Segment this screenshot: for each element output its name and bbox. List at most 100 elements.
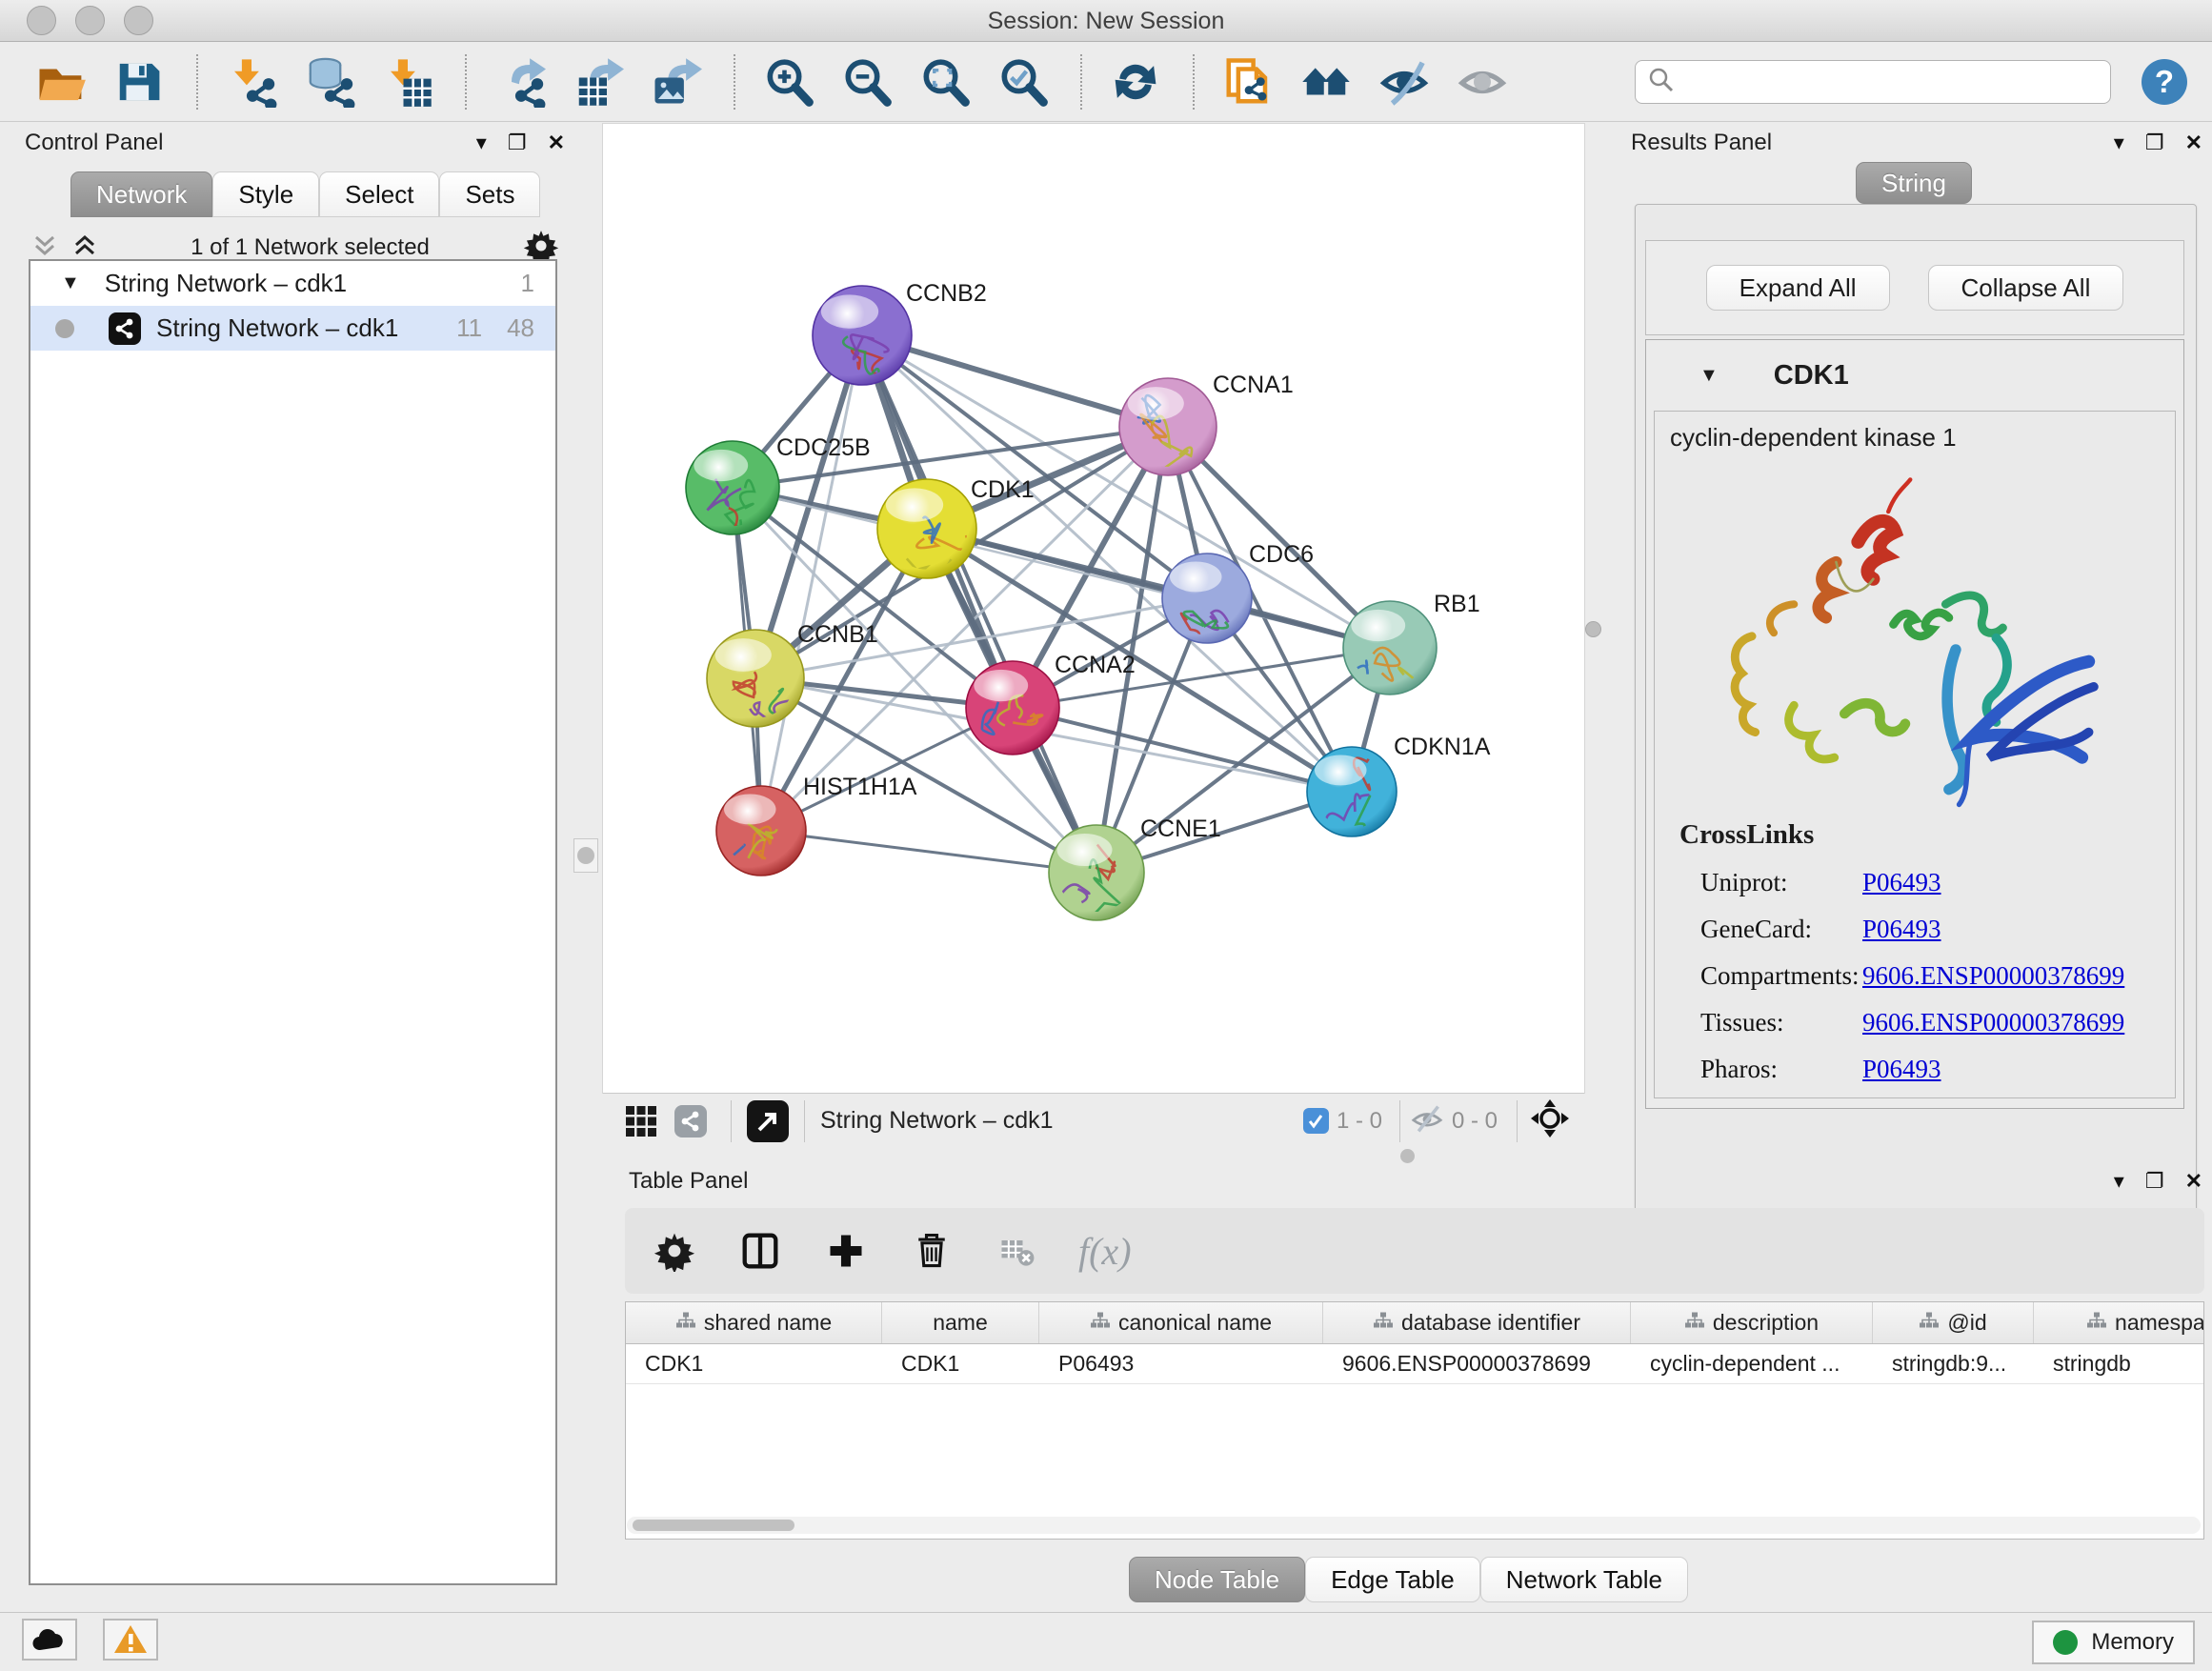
table-panel-close-icon[interactable]: ✕	[2185, 1171, 2202, 1192]
node-HIST1H1A[interactable]	[708, 786, 806, 891]
column-header-namespace[interactable]: namespace	[2034, 1302, 2204, 1343]
open-session-button[interactable]	[32, 53, 90, 111]
tab-network[interactable]: Network	[70, 171, 212, 217]
control-panel-float-icon[interactable]: ❐	[508, 132, 527, 153]
tab-select[interactable]: Select	[319, 171, 439, 217]
export-image-button[interactable]	[648, 53, 705, 111]
expand-all-button[interactable]: Expand All	[1706, 265, 1890, 311]
toolbar-separator	[465, 54, 467, 110]
help-button[interactable]: ?	[2142, 59, 2187, 105]
table-settings-gear-icon[interactable]	[650, 1226, 699, 1276]
edge-CCNB2-HIST1H1A[interactable]	[761, 335, 862, 831]
scrollbar-thumb[interactable]	[633, 1520, 794, 1531]
node-CDK1[interactable]	[877, 479, 976, 578]
column-header-shared-name[interactable]: shared name	[626, 1302, 882, 1343]
tab-string[interactable]: String	[1856, 162, 1972, 204]
table-panel-title: Table Panel	[629, 1168, 748, 1195]
memory-button[interactable]: Memory	[2032, 1621, 2195, 1664]
toolbar-separator	[1080, 54, 1082, 110]
column-header-description[interactable]: description	[1631, 1302, 1873, 1343]
column-type-icon	[1090, 1310, 1111, 1336]
results-panel-float-icon[interactable]: ❐	[2145, 132, 2164, 153]
network-row[interactable]: String Network – cdk1 11 48	[30, 306, 555, 351]
crosslink-link[interactable]: 9606.ENSP00000378699	[1862, 1008, 2124, 1037]
import-network-database-button[interactable]	[301, 53, 358, 111]
save-session-button[interactable]	[111, 53, 168, 111]
column-header--id[interactable]: @id	[1873, 1302, 2034, 1343]
cell-name[interactable]: CDK1	[882, 1344, 1039, 1383]
cell-shared-name[interactable]: CDK1	[626, 1344, 882, 1383]
node-RB1[interactable]	[1335, 601, 1437, 708]
node-CDC25B[interactable]	[686, 441, 779, 570]
node-CCNA2[interactable]	[966, 661, 1059, 755]
network-collection-row[interactable]: ▼ String Network – cdk1 1	[30, 261, 555, 306]
zoom-in-button[interactable]	[760, 53, 817, 111]
node-CDKN1A[interactable]	[1307, 747, 1397, 884]
column-header-name[interactable]: name	[882, 1302, 1039, 1343]
hide-selected-button[interactable]	[1376, 53, 1433, 111]
warnings-button[interactable]	[103, 1619, 158, 1661]
results-panel-close-icon[interactable]: ✕	[2185, 132, 2202, 153]
node-CDC6[interactable]	[1162, 554, 1252, 668]
string-home-button[interactable]	[1297, 53, 1355, 111]
export-network-button[interactable]	[492, 53, 549, 111]
control-panel-close-icon[interactable]: ✕	[548, 132, 565, 153]
tab-style[interactable]: Style	[212, 171, 319, 217]
window-title: Session: New Session	[0, 0, 2212, 42]
tab-sets[interactable]: Sets	[439, 171, 540, 217]
column-header-database-identifier[interactable]: database identifier	[1323, 1302, 1631, 1343]
show-all-button[interactable]	[1454, 53, 1511, 111]
edge-CCNA2-CDKN1A[interactable]	[1013, 708, 1352, 792]
crosslink-link[interactable]: P06493	[1862, 868, 1941, 897]
left-splitter-handle[interactable]	[573, 838, 598, 873]
search-box[interactable]	[1635, 60, 2111, 104]
node-label-CCNB2: CCNB2	[906, 280, 987, 307]
node-CCNE1[interactable]	[1044, 825, 1144, 922]
network-view-canvas[interactable]: CCNB2CCNA1CDC25BCDK1CDC6RB1CCNB1CCNA2CDK…	[603, 124, 1584, 1093]
cell-canonical-name[interactable]: P06493	[1039, 1344, 1323, 1383]
column-header-canonical-name[interactable]: canonical name	[1039, 1302, 1323, 1343]
cell--id[interactable]: stringdb:9...	[1873, 1344, 2034, 1383]
table-panel-float-icon[interactable]: ❐	[2145, 1171, 2164, 1192]
delete-column-icon[interactable]	[907, 1226, 956, 1276]
add-column-icon[interactable]	[821, 1226, 871, 1276]
refresh-network-button[interactable]	[1107, 53, 1164, 111]
zoom-selected-button[interactable]	[995, 53, 1052, 111]
crosslink-link[interactable]: P06493	[1862, 915, 1941, 944]
cell-description[interactable]: cyclin-dependent ...	[1631, 1344, 1873, 1383]
tab-network-table[interactable]: Network Table	[1480, 1557, 1688, 1602]
cell-database-identifier[interactable]: 9606.ENSP00000378699	[1323, 1344, 1631, 1383]
results-panel-menu-icon[interactable]: ▾	[2114, 132, 2124, 153]
network-share-view-icon[interactable]	[666, 1097, 715, 1146]
open-in-new-window-icon[interactable]	[747, 1100, 789, 1142]
string-import-button[interactable]	[1219, 53, 1277, 111]
search-input[interactable]	[1685, 69, 2099, 95]
import-network-file-button[interactable]	[223, 53, 280, 111]
crosslink-link[interactable]: 9606.ENSP00000378699	[1862, 961, 2124, 991]
tab-edge-table[interactable]: Edge Table	[1305, 1557, 1480, 1602]
node-result-collapse-icon[interactable]: ▼	[1699, 365, 1719, 387]
show-columns-icon[interactable]	[735, 1226, 785, 1276]
bottom-splitter-handle[interactable]	[1400, 1149, 1415, 1163]
fit-content-crosshair-icon[interactable]	[1529, 1097, 1571, 1144]
edge-HIST1H1A-CCNE1[interactable]	[761, 831, 1096, 873]
zoom-fit-button[interactable]	[916, 53, 974, 111]
zoom-out-button[interactable]	[838, 53, 895, 111]
grid-view-icon[interactable]	[616, 1097, 666, 1146]
node-CCNA1[interactable]	[1119, 378, 1217, 475]
table-horizontal-scrollbar[interactable]	[627, 1517, 2201, 1534]
tab-node-table[interactable]: Node Table	[1129, 1557, 1305, 1602]
crosslink-link[interactable]: P06493	[1862, 1055, 1941, 1084]
cell-namespace[interactable]: stringdb	[2034, 1344, 2204, 1383]
control-panel-menu-icon[interactable]: ▾	[476, 132, 487, 153]
table-panel-menu-icon[interactable]: ▾	[2114, 1171, 2124, 1192]
cloud-tasks-button[interactable]	[22, 1619, 77, 1661]
export-table-button[interactable]	[570, 53, 627, 111]
selected-items-checkbox[interactable]	[1303, 1108, 1329, 1134]
import-table-file-button[interactable]	[379, 53, 436, 111]
right-splitter-handle[interactable]	[1585, 621, 1601, 637]
table-row[interactable]: CDK1CDK1P064939606.ENSP00000378699cyclin…	[626, 1344, 2203, 1384]
node-CCNB2[interactable]	[813, 286, 912, 411]
collapse-all-button[interactable]: Collapse All	[1928, 265, 2124, 311]
collection-expand-icon[interactable]: ▼	[61, 272, 80, 294]
